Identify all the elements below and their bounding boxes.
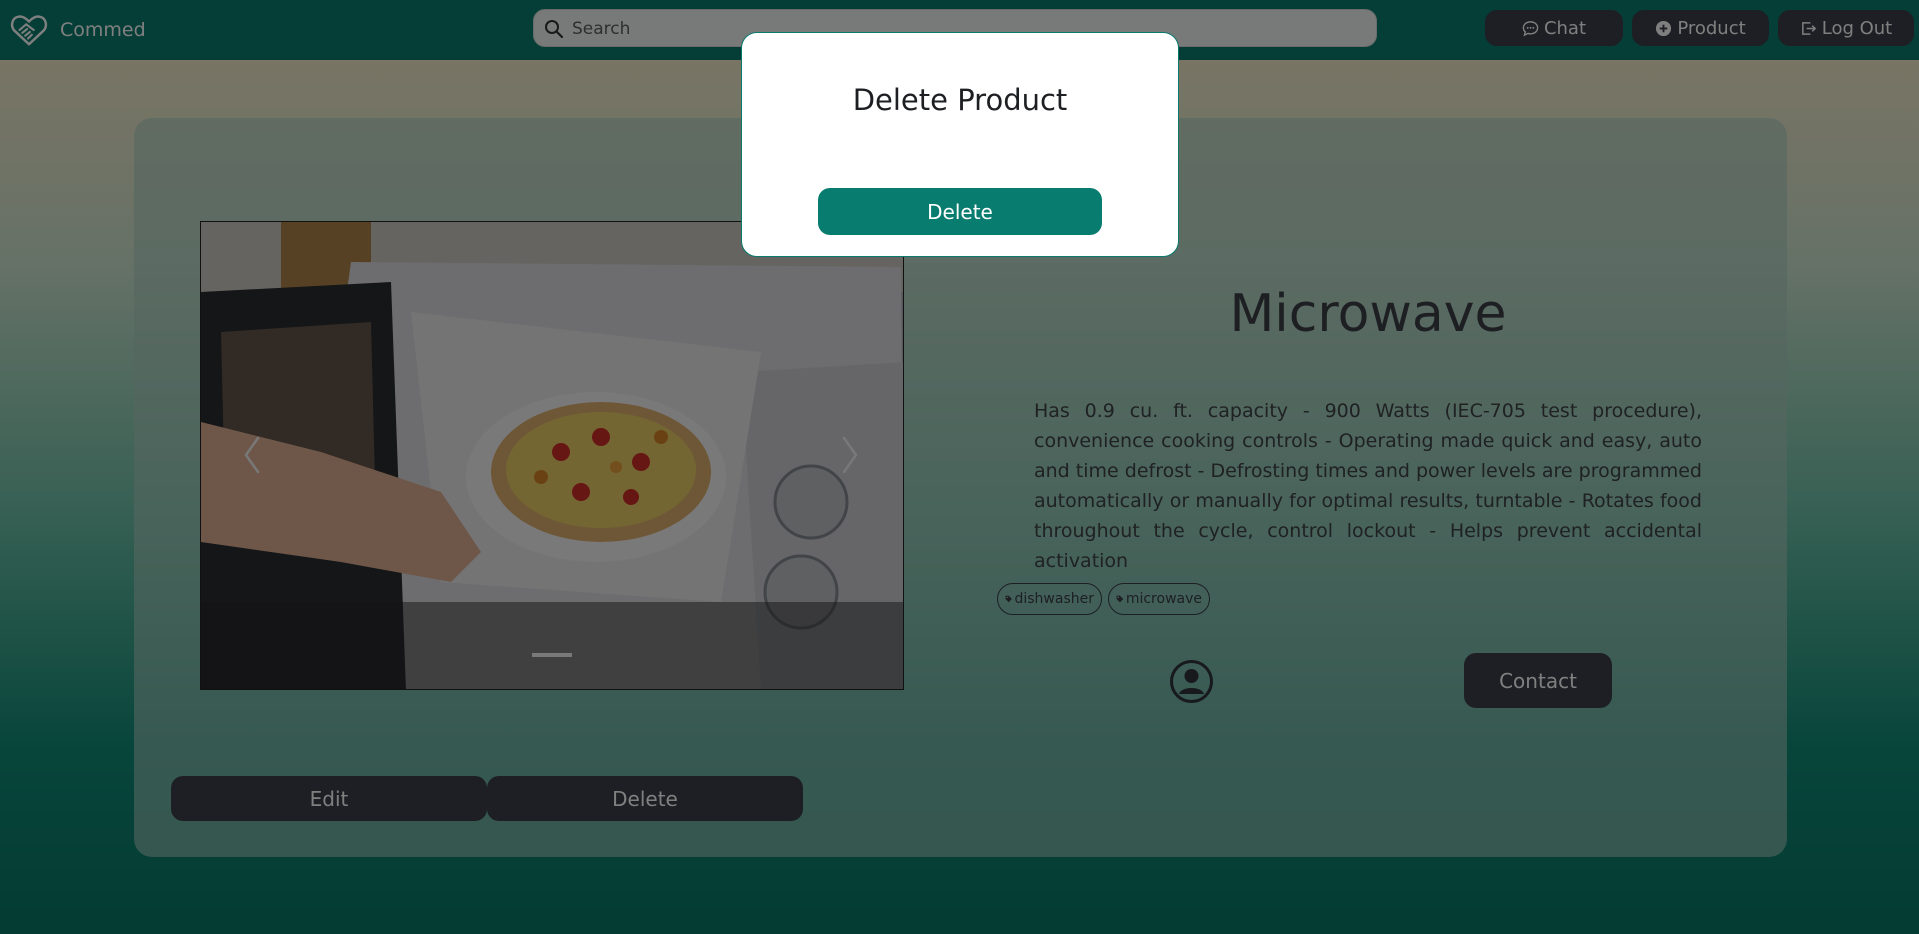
confirm-delete-button[interactable]: Delete bbox=[818, 188, 1102, 235]
delete-product-dialog: Delete Product Delete bbox=[741, 32, 1179, 257]
dialog-title: Delete Product bbox=[852, 83, 1068, 117]
